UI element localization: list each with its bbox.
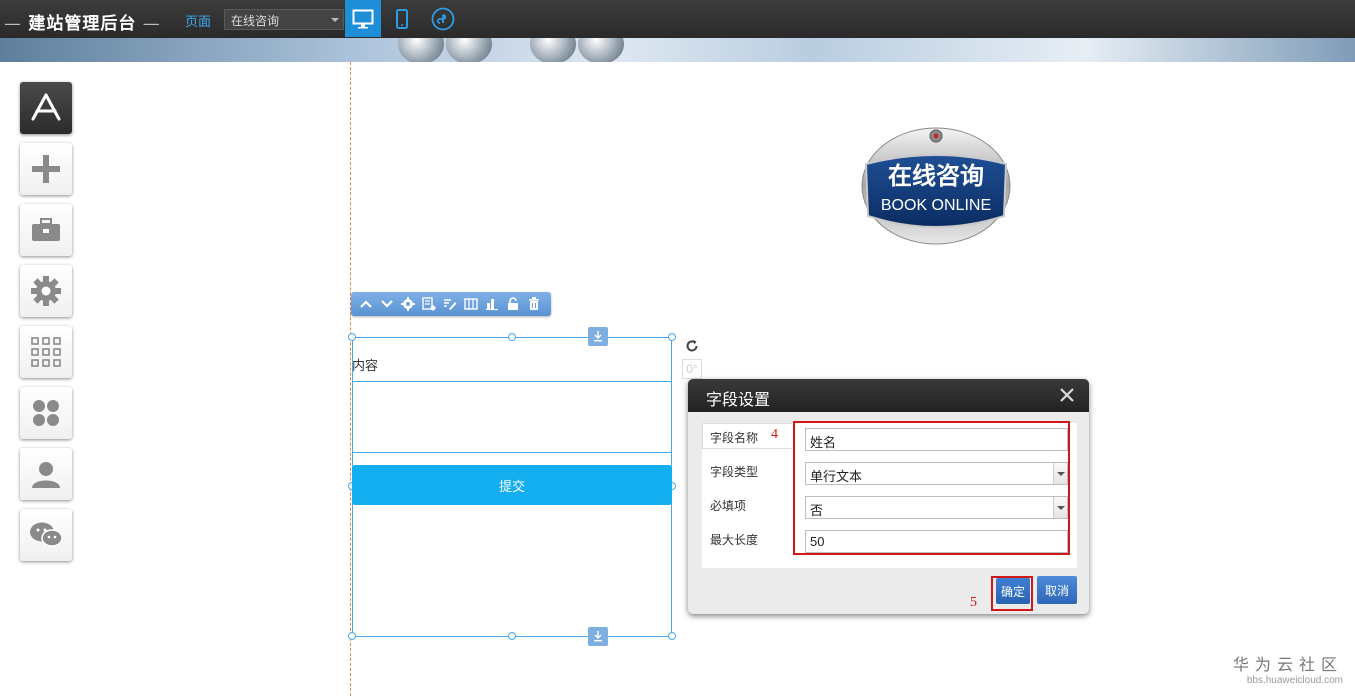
online-consult-badge[interactable]: 在线咨询 BOOK ONLINE <box>858 124 1014 246</box>
mobile-view-button[interactable] <box>384 0 420 37</box>
download-handle-bottom[interactable] <box>588 627 608 646</box>
columns-button[interactable] <box>462 295 480 313</box>
annotation-step-4: 4 <box>771 427 778 442</box>
chart-button[interactable] <box>483 295 501 313</box>
top-bar: — 建站管理后台 — 页面 在线咨询 <box>0 0 1355 38</box>
desktop-view-button[interactable] <box>345 0 381 37</box>
element-toolbar <box>351 292 551 316</box>
bar-chart-icon <box>486 299 498 310</box>
move-down-button[interactable] <box>378 295 396 313</box>
content-textarea[interactable] <box>352 381 672 453</box>
resize-handle[interactable] <box>508 632 516 640</box>
page-select[interactable]: 在线咨询 <box>224 9 344 30</box>
wechat-icon <box>30 522 63 547</box>
refresh-icon <box>686 340 698 352</box>
page-select-value: 在线咨询 <box>231 14 280 28</box>
required-label: 必填项 <box>710 499 747 513</box>
sidebar-item-user[interactable] <box>20 448 72 500</box>
edit-button[interactable] <box>441 295 459 313</box>
app-title: — 建站管理后台 — <box>4 9 161 34</box>
resize-handle[interactable] <box>668 333 676 341</box>
sidebar-item-add[interactable] <box>20 143 72 195</box>
chevron-down-icon <box>381 300 393 308</box>
rotate-button[interactable] <box>683 337 701 355</box>
download-icon <box>594 631 602 642</box>
toolbox-icon <box>32 218 60 241</box>
max-length-label: 最大长度 <box>710 533 759 547</box>
field-type-label: 字段类型 <box>710 465 759 479</box>
badge-en-text: BOOK ONLINE <box>881 197 991 214</box>
close-icon <box>1060 388 1074 402</box>
grid-icon <box>31 337 61 367</box>
form-settings-icon <box>422 297 436 311</box>
app-store-icon <box>31 93 61 121</box>
title-dash-left: — <box>4 14 29 34</box>
watermark-main: 华为云社区 <box>1232 655 1343 674</box>
chevron-up-icon <box>360 300 372 308</box>
title-dash-right: — <box>136 14 161 34</box>
content-label: 内容 <box>352 358 379 373</box>
dialog-title: 字段设置 <box>706 392 771 409</box>
settings-button[interactable] <box>399 295 417 313</box>
download-handle-top[interactable] <box>588 327 608 346</box>
edit-icon <box>444 299 457 310</box>
chevron-down-icon <box>331 18 339 22</box>
sidebar-item-apps[interactable] <box>20 326 72 378</box>
columns-icon <box>464 298 478 310</box>
close-button[interactable] <box>1057 385 1077 405</box>
banner-decoration <box>446 38 492 62</box>
watermark-url: bbs.huaweicloud.com <box>1246 675 1343 686</box>
badge-cn-text: 在线咨询 <box>888 161 984 190</box>
annotation-step-5: 5 <box>970 595 977 610</box>
dialog-header: 字段设置 <box>688 379 1089 412</box>
miniprogram-icon <box>431 7 455 30</box>
miniprogram-view-button[interactable] <box>425 0 461 37</box>
download-icon <box>594 331 602 342</box>
watermark: 华为云社区 bbs.huaweicloud.com <box>1233 651 1343 686</box>
banner-decoration <box>398 38 444 62</box>
sidebar-item-wechat[interactable] <box>20 509 72 561</box>
gear-icon <box>31 276 61 306</box>
annotation-box-confirm <box>991 576 1033 611</box>
field-name-label: 字段名称 <box>710 431 759 445</box>
plus-icon <box>32 155 60 183</box>
lock-button[interactable] <box>504 295 522 313</box>
resize-handle[interactable] <box>348 333 356 341</box>
submit-button[interactable]: 提交 <box>352 465 672 505</box>
user-icon <box>32 462 60 488</box>
unlock-icon <box>508 297 518 310</box>
sidebar-item-settings[interactable] <box>20 265 72 317</box>
resize-handle[interactable] <box>668 632 676 640</box>
desktop-icon <box>352 9 374 28</box>
page-label[interactable]: 页面 <box>185 11 211 30</box>
mobile-icon <box>396 8 408 29</box>
layout-guide-line <box>350 62 351 696</box>
annotation-box-fields <box>793 421 1070 555</box>
rotation-degree-field[interactable]: 0° <box>682 359 702 379</box>
gear-icon <box>401 297 415 311</box>
resize-handle[interactable] <box>508 333 516 341</box>
sidebar-item-toolbox[interactable] <box>20 204 72 256</box>
resize-handle[interactable] <box>348 632 356 640</box>
cancel-button[interactable]: 取消 <box>1037 576 1077 604</box>
move-up-button[interactable] <box>357 295 375 313</box>
banner-decoration <box>578 38 624 62</box>
clover-icon <box>33 400 59 426</box>
sidebar-item-app-store[interactable] <box>20 82 72 134</box>
form-settings-button[interactable] <box>420 295 438 313</box>
sidebar-item-modules[interactable] <box>20 387 72 439</box>
app-title-text: 建站管理后台 <box>28 14 137 34</box>
banner-decoration <box>530 38 576 62</box>
header-banner <box>0 38 1355 62</box>
trash-icon <box>529 297 539 310</box>
delete-button[interactable] <box>525 295 543 313</box>
